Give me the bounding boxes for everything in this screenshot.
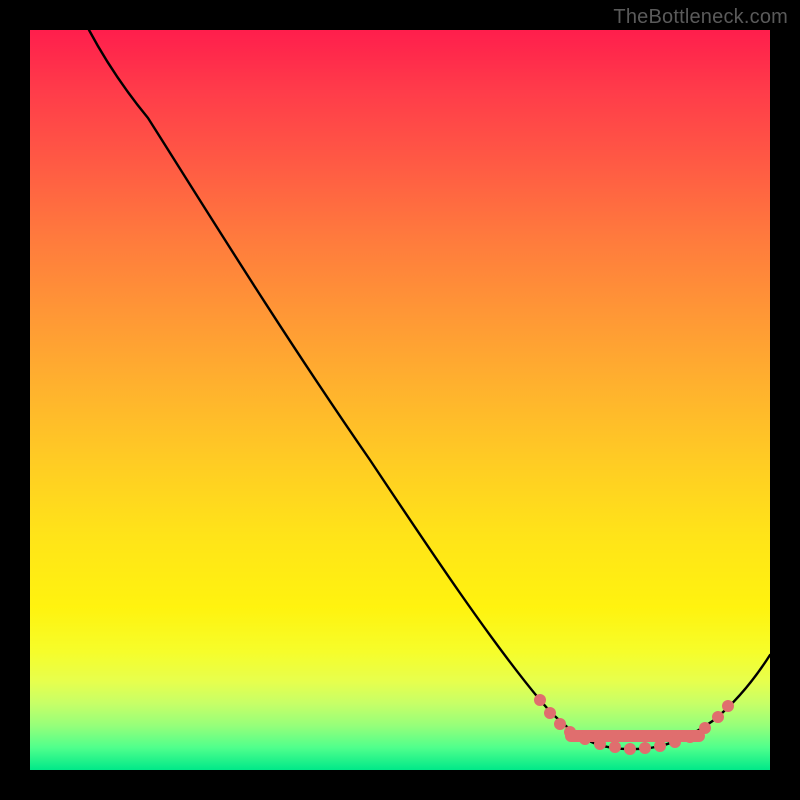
marker-dot [554, 718, 566, 730]
marker-dot [624, 743, 636, 755]
watermark-text: TheBottleneck.com [613, 6, 788, 29]
marker-dot [684, 731, 696, 743]
marker-dot [564, 726, 576, 738]
marker-dot [639, 742, 651, 754]
marker-dot [712, 711, 724, 723]
marker-dot [579, 733, 591, 745]
chart-svg [30, 30, 770, 770]
marker-dot [722, 700, 734, 712]
marker-dot [594, 738, 606, 750]
marker-dot [669, 736, 681, 748]
marker-dot [699, 722, 711, 734]
marker-dot [609, 741, 621, 753]
marker-dot [654, 740, 666, 752]
plot-area [30, 30, 770, 770]
marker-dot [534, 694, 546, 706]
marker-group [534, 694, 734, 755]
bottleneck-curve [89, 30, 770, 749]
marker-dot [544, 707, 556, 719]
outer-frame: TheBottleneck.com [0, 0, 800, 800]
